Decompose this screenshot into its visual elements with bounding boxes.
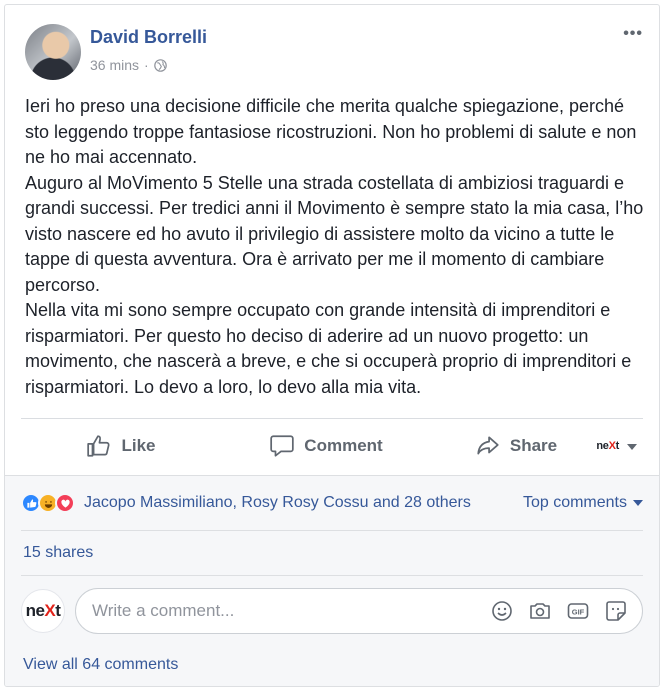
author-avatar[interactable] (25, 24, 81, 80)
shares-count[interactable]: 15 shares (23, 544, 93, 562)
comment-sort-label: Top comments (522, 494, 627, 511)
like-label: Like (121, 436, 156, 455)
share-label: Share (509, 436, 558, 455)
globe-icon (153, 58, 167, 72)
post-body: Ieri ho preso una decisione difficile ch… (25, 94, 650, 400)
comment-icon (270, 435, 294, 457)
action-bar: Like Comment Share neXt (21, 426, 643, 466)
post-card: David Borrelli 36 mins · ••• Ieri ho pre… (4, 4, 660, 687)
post-paragraph: Ieri ho preso una decisione difficile ch… (25, 96, 637, 167)
composer-icons: GIF (490, 599, 628, 623)
post-footer: Jacopo Massimiliano, Rosy Rosy Cossu and… (5, 475, 659, 686)
comment-input-box[interactable]: GIF (75, 588, 643, 634)
gif-icon[interactable]: GIF (566, 599, 590, 623)
share-button[interactable]: Share (401, 426, 571, 466)
like-button[interactable]: Like (21, 426, 211, 466)
post-meta: 36 mins · (90, 57, 167, 73)
shares-row: 15 shares (21, 531, 643, 576)
comment-sort-dropdown[interactable]: Top comments (523, 494, 643, 512)
sticker-icon[interactable] (604, 599, 628, 623)
love-reaction-icon (55, 493, 75, 513)
page-logo: neXt (596, 440, 619, 452)
author-name[interactable]: David Borrelli (90, 27, 207, 48)
post-as-page-selector[interactable]: neXt (571, 426, 643, 466)
reactors-list[interactable]: Jacopo Massimiliano, Rosy Rosy Cossu and… (84, 494, 471, 512)
thumbs-up-icon (87, 435, 111, 457)
reactions-summary: Jacopo Massimiliano, Rosy Rosy Cossu and… (21, 476, 643, 531)
emoji-icon[interactable] (490, 599, 514, 623)
chevron-down-icon (633, 500, 643, 506)
svg-text:GIF: GIF (572, 608, 585, 617)
meta-separator: · (144, 57, 149, 73)
comment-button[interactable]: Comment (211, 426, 401, 466)
camera-icon[interactable] (528, 599, 552, 623)
divider (21, 418, 643, 419)
reaction-icons[interactable] (21, 493, 75, 513)
view-all-comments-link[interactable]: View all 64 comments (23, 656, 178, 674)
chevron-down-icon (627, 444, 637, 450)
comment-input[interactable] (92, 601, 490, 621)
comment-label: Comment (304, 436, 383, 455)
post-paragraph: Nella vita mi sono sempre occupato con g… (25, 300, 632, 397)
post-paragraph: Auguro al MoVimento 5 Stelle una strada … (25, 172, 644, 295)
commenter-avatar[interactable]: ne Xt (21, 589, 65, 633)
more-options-icon[interactable]: ••• (623, 25, 643, 43)
share-icon (477, 436, 499, 455)
post-time[interactable]: 36 mins (90, 57, 139, 73)
comment-composer: neXt GIF (21, 576, 643, 646)
